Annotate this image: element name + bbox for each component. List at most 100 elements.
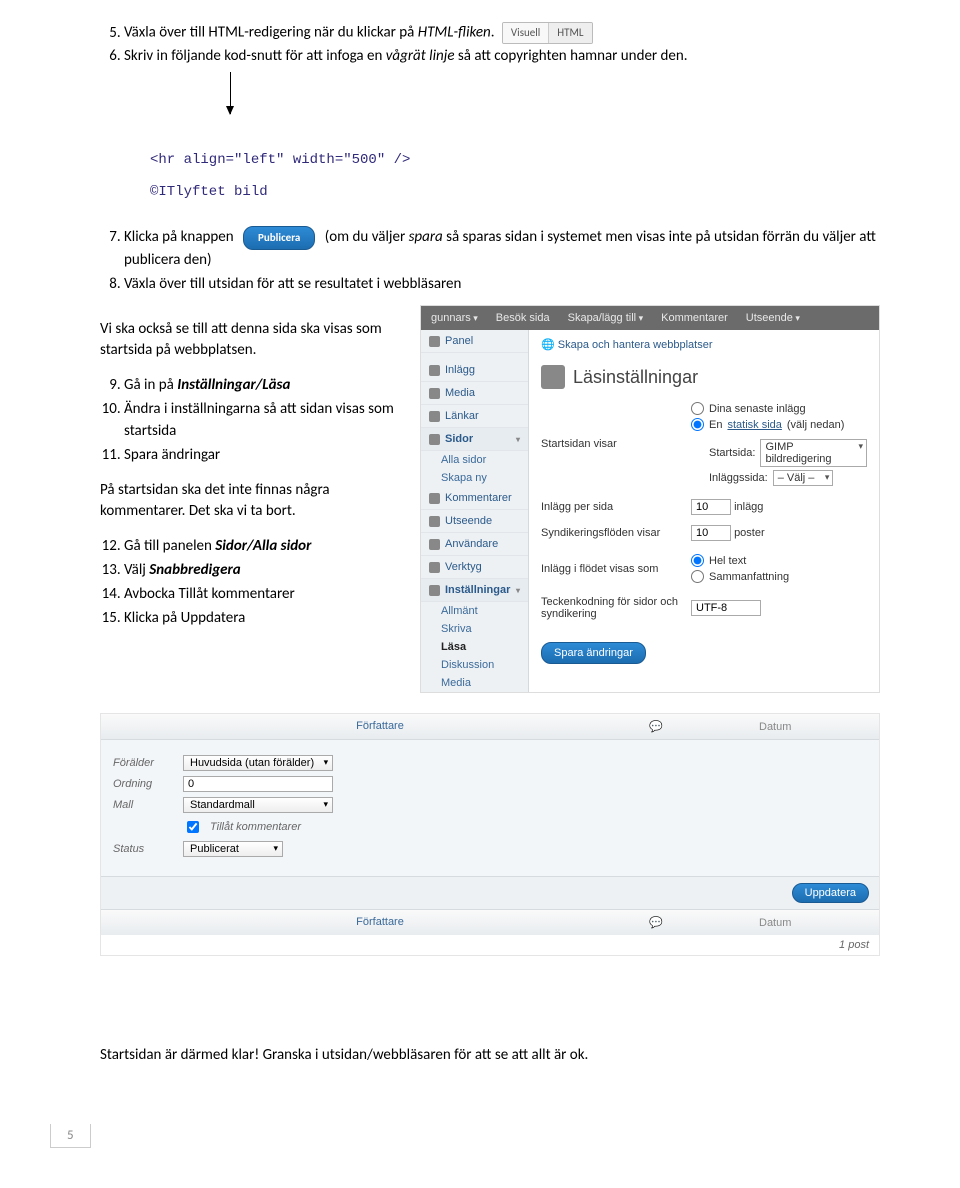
comment-bubble-icon: 💬	[649, 720, 663, 733]
column-author[interactable]: Författare	[111, 720, 649, 733]
select-postspage[interactable]: – Välj –	[773, 470, 834, 486]
update-button[interactable]: Uppdatera	[792, 883, 869, 903]
comment-icon	[429, 493, 440, 504]
sidebar-item-media[interactable]: Media	[421, 382, 528, 405]
label-order: Ordning	[113, 778, 175, 790]
step-12: Gå till panelen Sidor/Alla sidor	[124, 536, 400, 558]
column-author-2[interactable]: Författare	[111, 916, 649, 929]
radio-summary[interactable]	[691, 570, 704, 583]
wp-title-text: Läsinställningar	[573, 367, 698, 388]
step-5: Växla över till HTML-redigering när du k…	[124, 22, 880, 44]
radio-full-text[interactable]	[691, 554, 704, 567]
sidebar-sub-reading[interactable]: Läsa	[421, 638, 528, 656]
radio-static-page[interactable]	[691, 418, 704, 431]
sidebar-sub-media[interactable]: Media	[421, 674, 528, 692]
sidebar-sub-writing[interactable]: Skriva	[421, 620, 528, 638]
label-syndication: Syndikeringsflöden visar	[541, 527, 681, 539]
link-icon	[429, 411, 440, 422]
tab-html: HTML	[549, 23, 591, 43]
label-frontpage-shows: Startsidan visar	[541, 438, 681, 450]
label-encoding: Teckenkodning för sidor och syndikering	[541, 596, 681, 620]
step-5-em: HTML-fliken	[418, 24, 491, 42]
page-icon	[429, 434, 440, 445]
wp-create[interactable]: Skapa/lägg till	[568, 312, 644, 324]
tools-icon	[429, 562, 440, 573]
select-parent[interactable]: Huvudsida (utan förälder)	[183, 755, 333, 771]
step-13: Välj Snabbredigera	[124, 560, 400, 582]
label-allow-comments: Tillåt kommentarer	[210, 821, 301, 833]
step-list: Växla över till HTML-redigering när du k…	[100, 22, 880, 68]
step-5-text: Växla över till HTML-redigering när du k…	[124, 24, 418, 42]
select-template[interactable]: Standardmall	[183, 797, 333, 813]
step-6: Skriv in följande kod-snutt för att info…	[124, 46, 880, 68]
page-number: 5	[50, 1124, 880, 1148]
save-changes-button[interactable]: Spara ändringar	[541, 642, 646, 664]
post-count: 1 post	[101, 935, 879, 955]
label-status: Status	[113, 843, 175, 855]
qe-footer-row: Författare 💬 Datum	[101, 909, 879, 935]
wp-appearance[interactable]: Utseende	[746, 312, 800, 324]
sidebar-item-tools[interactable]: Verktyg	[421, 556, 528, 579]
gear-icon	[429, 585, 440, 596]
label-feed-shows: Inlägg i flödet visas som	[541, 563, 681, 575]
step-8: Växla över till utsidan för att se resul…	[124, 274, 880, 296]
label-template: Mall	[113, 799, 175, 811]
step-11: Spara ändringar	[124, 445, 400, 467]
arrow-down-icon	[230, 72, 231, 114]
home-icon	[429, 336, 440, 347]
wp-main: 🌐 Skapa och hantera webbplatser Läsinstä…	[529, 330, 879, 692]
input-order[interactable]	[183, 776, 333, 792]
wp-visit-site[interactable]: Besök sida	[496, 312, 550, 324]
appearance-icon	[429, 516, 440, 527]
tabs-visual-html: VisuellHTML	[502, 22, 593, 44]
wp-breadcrumb: 🌐 Skapa och hantera webbplatser	[541, 338, 867, 351]
users-icon	[429, 539, 440, 550]
label-startpage: Startsida:	[709, 447, 755, 459]
label-posts-per-page: Inlägg per sida	[541, 501, 681, 513]
select-status[interactable]: Publicerat	[183, 841, 283, 857]
step-14: Avbocka Tillåt kommentarer	[124, 584, 400, 606]
radio-latest-posts[interactable]	[691, 402, 704, 415]
step-list-2: Klicka på knappen Publicera (om du välje…	[100, 226, 880, 295]
sidebar-item-links[interactable]: Länkar	[421, 405, 528, 428]
code-snippet: <hr align="left" width="500" /> ©ITlyfte…	[150, 152, 880, 200]
column-date[interactable]: Datum	[759, 720, 869, 733]
closing-text: Startsidan är därmed klar! Granska i uts…	[100, 1046, 880, 1064]
column-date-2[interactable]: Datum	[759, 916, 869, 929]
input-encoding[interactable]	[691, 600, 761, 616]
sidebar-item-pages[interactable]: Sidor▾	[421, 428, 528, 451]
wp-sidebar: Panel Inlägg Media Länkar Sidor▾ Alla si…	[421, 330, 529, 692]
sidebar-sub-general[interactable]: Allmänt	[421, 602, 528, 620]
link-static-page[interactable]: statisk sida	[727, 419, 781, 431]
sidebar-item-appearance[interactable]: Utseende	[421, 510, 528, 533]
wp-comments[interactable]: Kommentarer	[661, 312, 728, 324]
sidebar-item-users[interactable]: Användare	[421, 533, 528, 556]
step-list-4: Gå till panelen Sidor/Alla sidor Välj Sn…	[100, 536, 400, 629]
sidebar-sub-all-pages[interactable]: Alla sidor	[421, 451, 528, 469]
paragraph-2: På startsidan ska det inte finnas några …	[100, 480, 400, 522]
sidebar-item-comments[interactable]: Kommentarer	[421, 487, 528, 510]
select-startpage[interactable]: GIMP bildredigering	[760, 439, 867, 467]
chevron-down-icon: ▾	[516, 586, 520, 595]
input-syndication[interactable]	[691, 525, 731, 541]
publish-button-image: Publicera	[243, 226, 315, 250]
step-list-3: Gå in på Inställningar/Läsa Ändra i inst…	[100, 375, 400, 466]
qe-header: Författare 💬 Datum	[101, 714, 879, 740]
media-icon	[429, 388, 440, 399]
input-posts-per-page[interactable]	[691, 499, 731, 515]
sidebar-item-posts[interactable]: Inlägg	[421, 359, 528, 382]
sidebar-item-panel[interactable]: Panel	[421, 330, 528, 353]
step-9: Gå in på Inställningar/Läsa	[124, 375, 400, 397]
step-15: Klicka på Uppdatera	[124, 608, 400, 630]
sidebar-item-settings[interactable]: Inställningar▾	[421, 579, 528, 602]
label-postspage: Inläggssida:	[709, 472, 768, 484]
wp-page-title: Läsinställningar	[541, 365, 867, 389]
checkbox-allow-comments[interactable]	[187, 821, 199, 833]
sidebar-sub-new-page[interactable]: Skapa ny	[421, 469, 528, 487]
wp-user[interactable]: gunnars	[431, 312, 478, 324]
step-7: Klicka på knappen Publicera (om du välje…	[124, 226, 880, 272]
sidebar-sub-discussion[interactable]: Diskussion	[421, 656, 528, 674]
pin-icon	[429, 365, 440, 376]
wordpress-screenshot: gunnars Besök sida Skapa/lägg till Komme…	[420, 305, 880, 693]
reading-icon	[541, 365, 565, 389]
